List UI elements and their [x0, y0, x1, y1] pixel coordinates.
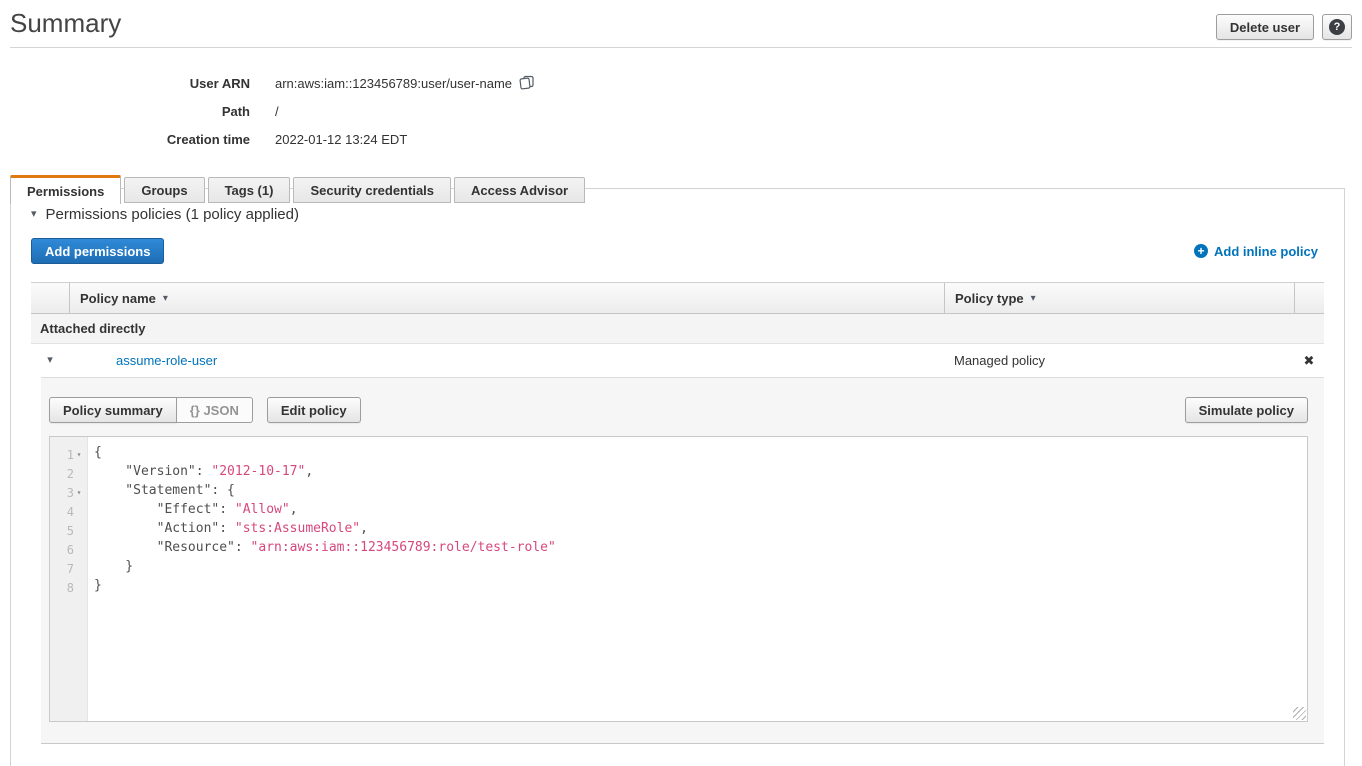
section-title: Permissions policies (1 policy applied): [46, 206, 299, 223]
policy-detail-toolbar: Policy summary {} JSON Edit policy Simul…: [49, 397, 1308, 423]
code-line: "Resource": "arn:aws:iam::123456789:role…: [94, 540, 1307, 559]
simulate-policy-button[interactable]: Simulate policy: [1185, 397, 1308, 423]
row-expand-caret[interactable]: ▾: [31, 355, 69, 366]
policy-detail-panel: Policy summary {} JSON Edit policy Simul…: [41, 377, 1324, 744]
iam-user-summary-page: Summary Delete user ? User ARN arn:aws:i…: [0, 0, 1362, 766]
page-header: Summary Delete user ?: [10, 0, 1352, 48]
line-number: 7: [50, 559, 87, 578]
editor-line-number-gutter: 1▾23▾45678: [50, 437, 88, 721]
creation-time-value: 2022-01-12 13:24 EDT: [275, 132, 407, 147]
code-line: "Version": "2012-10-17",: [94, 464, 1307, 483]
actions-column-header: [1294, 283, 1324, 313]
code-line: "Action": "sts:AssumeRole",: [94, 521, 1307, 540]
path-label: Path: [0, 104, 250, 119]
edit-policy-button[interactable]: Edit policy: [267, 397, 361, 423]
policy-view-toggle: Policy summary {} JSON: [49, 397, 253, 423]
tab-groups[interactable]: Groups: [124, 177, 204, 203]
attached-policies-table: Policy name ▾ Policy type ▾ Attached dir…: [31, 282, 1324, 744]
code-line: {: [94, 445, 1307, 464]
user-info-section: User ARN arn:aws:iam::123456789:user/use…: [0, 48, 1362, 161]
expand-column-header: [31, 283, 69, 313]
tab-permissions[interactable]: Permissions: [10, 175, 121, 204]
policy-table-row: ▾ assume-role-user Managed policy ✖: [31, 344, 1324, 377]
detach-policy-x-icon[interactable]: ✖: [1294, 353, 1324, 369]
policy-summary-button[interactable]: Policy summary: [49, 397, 177, 423]
sort-caret-icon: ▾: [163, 293, 168, 304]
tab-bar: Permissions Groups Tags (1) Security cre…: [10, 175, 1362, 203]
table-header-row: Policy name ▾ Policy type ▾: [31, 282, 1324, 314]
policy-name-column-header[interactable]: Policy name ▾: [69, 283, 944, 313]
path-row: Path /: [0, 97, 1362, 125]
line-number: 5: [50, 521, 87, 540]
line-number: 6: [50, 540, 87, 559]
code-line: "Effect": "Allow",: [94, 502, 1307, 521]
line-number: 4: [50, 502, 87, 521]
chevron-down-icon: ▾: [47, 355, 53, 366]
sort-caret-icon: ▾: [1031, 293, 1036, 304]
plus-circle-icon: +: [1194, 244, 1208, 258]
json-policy-editor[interactable]: 1▾23▾45678 { "Version": "2012-10-17", "S…: [49, 436, 1308, 722]
editor-resize-handle[interactable]: [1293, 707, 1306, 720]
fold-caret-icon[interactable]: ▾: [74, 488, 84, 497]
copy-icon[interactable]: [519, 75, 535, 93]
permissions-policies-section-header[interactable]: ▾ Permissions policies (1 policy applied…: [31, 206, 1324, 223]
line-number: 2: [50, 464, 87, 483]
policy-type-value: Managed policy: [944, 353, 1294, 368]
add-inline-policy-link[interactable]: + Add inline policy: [1194, 244, 1318, 259]
policy-type-column-header[interactable]: Policy type ▾: [944, 283, 1294, 313]
permissions-tab-panel: ▾ Permissions policies (1 policy applied…: [10, 188, 1345, 766]
code-line: }: [94, 578, 1307, 597]
question-mark-icon: ?: [1329, 19, 1345, 35]
tab-access-advisor[interactable]: Access Advisor: [454, 177, 585, 203]
code-line: "Statement": {: [94, 483, 1307, 502]
line-number: 8: [50, 578, 87, 597]
collapse-caret-icon: ▾: [31, 209, 37, 220]
permissions-actions-row: Add permissions + Add inline policy: [31, 238, 1324, 264]
path-value: /: [275, 104, 279, 119]
tab-tags[interactable]: Tags (1): [208, 177, 291, 203]
delete-user-button[interactable]: Delete user: [1216, 14, 1314, 40]
user-arn-value: arn:aws:iam::123456789:user/user-name: [275, 76, 512, 91]
add-permissions-button[interactable]: Add permissions: [31, 238, 164, 264]
page-title: Summary: [10, 0, 1352, 39]
header-actions: Delete user ?: [1216, 14, 1352, 40]
line-number: 1▾: [50, 445, 87, 464]
policy-name-link[interactable]: assume-role-user: [69, 353, 217, 368]
user-arn-label: User ARN: [0, 76, 250, 91]
creation-time-row: Creation time 2022-01-12 13:24 EDT: [0, 125, 1362, 153]
json-view-button[interactable]: {} JSON: [176, 397, 253, 423]
fold-caret-icon[interactable]: ▾: [74, 450, 84, 459]
tab-security-credentials[interactable]: Security credentials: [293, 177, 451, 203]
editor-code-area[interactable]: { "Version": "2012-10-17", "Statement": …: [89, 437, 1307, 597]
code-line: }: [94, 559, 1307, 578]
user-arn-row: User ARN arn:aws:iam::123456789:user/use…: [0, 69, 1362, 97]
line-number: 3▾: [50, 483, 87, 502]
creation-time-label: Creation time: [0, 132, 250, 147]
help-button[interactable]: ?: [1322, 14, 1352, 40]
group-header-attached-directly: Attached directly: [31, 314, 1324, 344]
